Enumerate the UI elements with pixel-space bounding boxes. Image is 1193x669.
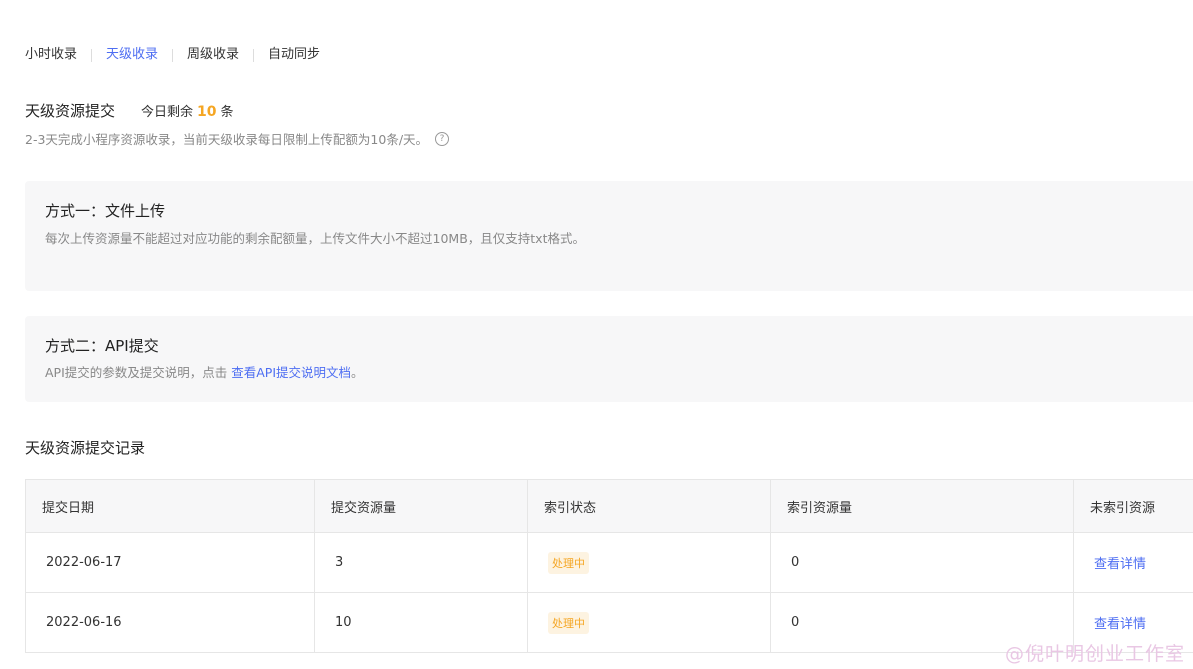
- page: 小时收录 天级收录 周级收录 自动同步 天级资源提交 今日剩余 10 条 2-3天完…: [0, 0, 1193, 669]
- tab-daily[interactable]: 天级收录: [92, 45, 172, 65]
- description-text: 2-3天完成小程序资源收录，当前天级收录每日限制上传配额为10条/天。: [25, 132, 429, 147]
- api-description-text: API提交的参数及提交说明，点击: [45, 365, 232, 380]
- cell-date: 2022-06-16: [25, 592, 315, 653]
- column-header-indexed: 索引资源量: [770, 479, 1074, 533]
- file-upload-card: 方式一：文件上传 每次上传资源量不能超过对应功能的剩余配额量，上传文件大小不超过…: [25, 181, 1193, 291]
- section-description: 2-3天完成小程序资源收录，当前天级收录每日限制上传配额为10条/天。 ?: [25, 129, 450, 148]
- quota-value: 10: [197, 104, 217, 120]
- view-details-link[interactable]: 查看详情: [1094, 557, 1146, 572]
- quota-info: 今日剩余 10 条: [141, 101, 234, 120]
- watermark: @倪叶明创业工作室: [1004, 643, 1185, 665]
- tab-bar: 小时收录 天级收录 周级收录 自动同步: [25, 45, 334, 65]
- file-upload-title: 方式一：文件上传: [45, 202, 166, 220]
- cell-count: 3: [314, 532, 528, 593]
- api-submit-title: 方式二：API提交: [45, 337, 159, 355]
- tab-hourly[interactable]: 小时收录: [25, 45, 91, 65]
- cell-status: 处理中: [527, 592, 771, 653]
- view-details-link[interactable]: 查看详情: [1094, 617, 1146, 632]
- cell-indexed: 0: [770, 532, 1074, 593]
- tab-auto-sync[interactable]: 自动同步: [254, 45, 334, 65]
- api-submit-description: API提交的参数及提交说明，点击 查看API提交说明文档。: [45, 362, 364, 381]
- table-row: 2022-06-17 3 处理中 0 查看详情: [25, 532, 1193, 593]
- api-description-suffix: 。: [351, 365, 364, 380]
- api-doc-link[interactable]: 查看API提交说明文档: [231, 365, 351, 380]
- status-badge: 处理中: [548, 611, 589, 634]
- records-title: 天级资源提交记录: [25, 439, 146, 457]
- tab-weekly[interactable]: 周级收录: [173, 45, 253, 65]
- column-header-count: 提交资源量: [314, 479, 528, 533]
- quota-suffix: 条: [220, 105, 234, 120]
- status-badge: 处理中: [548, 551, 589, 574]
- column-header-status: 索引状态: [527, 479, 771, 533]
- section-header: 天级资源提交 今日剩余 10 条: [25, 100, 234, 121]
- api-submit-card: 方式二：API提交 API提交的参数及提交说明，点击 查看API提交说明文档。: [25, 316, 1193, 402]
- table-header-row: 提交日期 提交资源量 索引状态 索引资源量 未索引资源: [25, 479, 1193, 533]
- column-header-date: 提交日期: [25, 479, 315, 533]
- cell-date: 2022-06-17: [25, 532, 315, 593]
- quota-prefix: 今日剩余: [141, 105, 194, 120]
- column-header-unindexed: 未索引资源: [1073, 479, 1193, 533]
- page-title: 天级资源提交: [25, 102, 116, 120]
- records-table: 提交日期 提交资源量 索引状态 索引资源量 未索引资源 2022-06-17 3…: [25, 479, 1193, 653]
- cell-count: 10: [314, 592, 528, 653]
- cell-status: 处理中: [527, 532, 771, 593]
- question-circle-icon[interactable]: ?: [435, 131, 450, 146]
- cell-action: 查看详情: [1073, 532, 1193, 593]
- file-upload-description: 每次上传资源量不能超过对应功能的剩余配额量，上传文件大小不超过10MB，且仅支持…: [45, 231, 585, 246]
